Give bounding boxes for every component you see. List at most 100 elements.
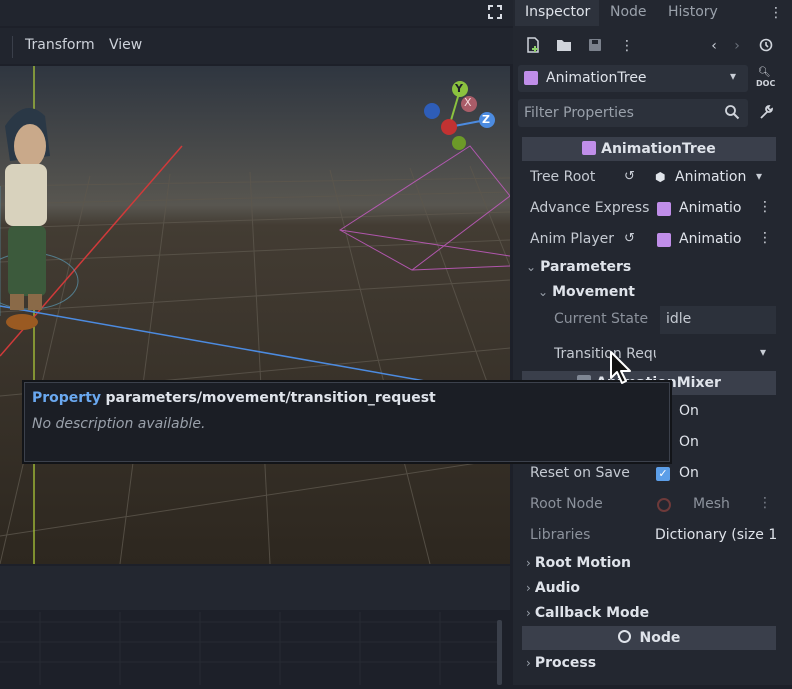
chevron-right-icon: ›	[526, 556, 531, 570]
gizmo-y-label: Y	[455, 82, 463, 95]
node-circle-icon	[617, 630, 631, 643]
tab-history[interactable]: History	[668, 4, 718, 20]
history-forward-icon[interactable]: ›	[728, 37, 746, 55]
node-selector-label: AnimationTree	[546, 70, 647, 86]
gizmo-z-label: Z	[482, 113, 490, 126]
resource-menu-icon[interactable]: ⋮	[618, 37, 636, 55]
prop-label: Advance Expressi	[530, 200, 650, 216]
group-callback-mode[interactable]: › Callback Mode	[526, 605, 649, 621]
more-icon[interactable]: ⋮	[758, 230, 772, 246]
chevron-down-icon[interactable]: ▾	[760, 345, 766, 359]
prop-root-node[interactable]: Root Node Mesh ⋮	[530, 492, 776, 518]
prop-value: Animation	[675, 169, 747, 185]
checkbox-icon[interactable]: ✓	[656, 467, 670, 481]
viewport-top-bar	[0, 0, 513, 26]
prop-label: Anim Player	[530, 231, 614, 247]
prop-libraries[interactable]: Libraries Dictionary (size 1	[530, 523, 776, 549]
group-label: Parameters	[540, 259, 632, 275]
prop-value: Animatio	[679, 231, 742, 247]
prop-anim-player[interactable]: Anim Player ↺ Animatio ⋮	[530, 227, 776, 253]
fullscreen-icon[interactable]	[486, 4, 504, 22]
node-selector[interactable]: AnimationTree ▾	[518, 65, 748, 92]
prop-value: On	[679, 465, 699, 481]
tooltip-header: Property parameters/movement/transition_…	[32, 390, 436, 406]
section-node[interactable]: Node	[522, 626, 776, 650]
prop-label: Reset on Save	[530, 465, 630, 481]
tools-icon[interactable]	[757, 104, 775, 122]
transform-menu[interactable]: Transform	[25, 37, 95, 53]
doc-search-icon: 🔍︎	[758, 67, 771, 78]
prop-reset-on-save[interactable]: Reset on Save ✓ On	[530, 461, 776, 487]
group-movement[interactable]: ⌄ Movement	[538, 284, 635, 300]
more-icon[interactable]: ⋮	[758, 495, 772, 511]
prop-value: On	[679, 434, 699, 450]
chevron-down-icon[interactable]: ▾	[756, 169, 762, 183]
revert-icon[interactable]: ↺	[624, 169, 635, 184]
chevron-down-icon: ⌄	[538, 285, 549, 299]
node-circle-icon	[657, 498, 671, 512]
bottom-scrollbar[interactable]	[497, 620, 502, 685]
prop-label: Root Node	[530, 496, 603, 512]
chevron-right-icon: ›	[526, 656, 531, 670]
prop-value: Mesh	[693, 496, 730, 512]
group-root-motion[interactable]: › Root Motion	[526, 555, 631, 571]
group-label: Root Motion	[534, 555, 632, 571]
section-title: AnimationTree	[601, 141, 716, 157]
3d-viewport[interactable]: Y X Z	[0, 66, 510, 564]
prop-tree-root[interactable]: Tree Root ↺ ⬢ Animation ▾	[530, 165, 776, 191]
prop-value: Animatio	[679, 200, 742, 216]
viewport-toolbar: Transform View	[0, 28, 513, 64]
tooltip-description: No description available.	[32, 416, 206, 432]
mouse-cursor-icon	[609, 350, 635, 390]
tooltip-keyword: Property	[32, 390, 102, 406]
object-history-icon[interactable]	[757, 37, 775, 55]
property-tooltip: Property parameters/movement/transition_…	[24, 382, 670, 462]
filter-placeholder: Filter Properties	[524, 105, 634, 121]
tooltip-property-path: parameters/movement/transition_request	[105, 390, 436, 406]
node-icon	[657, 233, 671, 247]
prop-transition-request[interactable]: Transition Requ ▾	[554, 342, 776, 368]
group-label: Process	[534, 655, 597, 671]
revert-icon[interactable]: ↺	[624, 231, 635, 246]
animation-tree-icon	[582, 141, 597, 155]
group-audio[interactable]: › Audio	[526, 580, 580, 596]
prop-label: Current State	[554, 311, 649, 327]
open-folder-icon[interactable]	[555, 37, 573, 55]
viewport-status-strip	[0, 566, 510, 610]
prop-advance-expression[interactable]: Advance Expressi Animatio ⋮	[530, 196, 776, 222]
gizmo-x-label: X	[464, 96, 472, 109]
chevron-right-icon: ›	[526, 606, 531, 620]
group-label: Audio	[534, 580, 581, 596]
toolbar-separator	[12, 36, 13, 58]
more-icon[interactable]: ⋮	[758, 199, 772, 215]
history-back-icon[interactable]: ‹	[705, 37, 723, 55]
doc-label: DOC	[756, 79, 776, 88]
tab-inspector[interactable]: Inspector	[525, 4, 590, 20]
cube-icon: ⬢	[655, 170, 666, 184]
node-icon	[657, 202, 671, 216]
group-process[interactable]: › Process	[526, 655, 596, 671]
current-state-field: idle	[660, 306, 776, 334]
view-menu[interactable]: View	[109, 37, 142, 53]
prop-value: Dictionary (size 1	[655, 527, 776, 543]
save-icon[interactable]	[586, 37, 604, 55]
search-icon	[724, 104, 740, 124]
panel-menu-icon[interactable]: ⋮	[767, 4, 785, 22]
tab-node[interactable]: Node	[610, 4, 647, 20]
chevron-down-icon: ▾	[730, 69, 737, 83]
section-title: Node	[639, 630, 681, 646]
animation-tree-icon	[524, 71, 538, 85]
doc-button[interactable]: 🔍︎ DOC	[756, 67, 778, 91]
filter-properties-field[interactable]: Filter Properties	[518, 99, 748, 127]
chevron-right-icon: ›	[526, 581, 531, 595]
current-state-value: idle	[666, 311, 692, 327]
viewport-scene	[0, 66, 510, 564]
group-label: Callback Mode	[534, 605, 650, 621]
new-resource-icon[interactable]	[524, 37, 542, 55]
prop-current-state: Current State idle	[554, 306, 776, 334]
prop-label: Libraries	[530, 527, 591, 543]
bottom-panel	[0, 612, 510, 685]
group-label: Movement	[552, 284, 635, 300]
section-animation-tree[interactable]: AnimationTree	[522, 137, 776, 161]
group-parameters[interactable]: ⌄ Parameters	[526, 259, 631, 275]
